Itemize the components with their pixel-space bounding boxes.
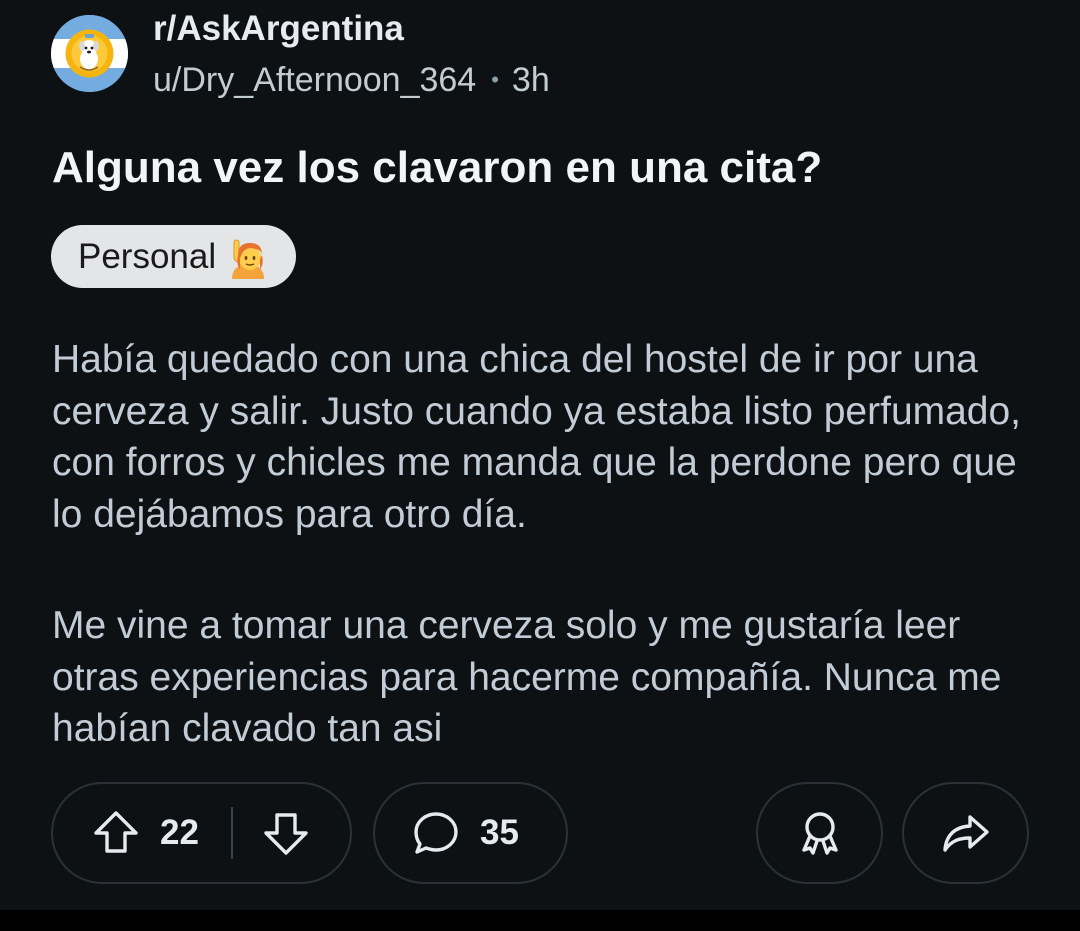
speech-bubble-icon <box>414 812 458 854</box>
downvote-button[interactable] <box>262 809 310 857</box>
body-paragraph: Había quedado con una chica del hostel d… <box>52 338 1022 536</box>
award-button[interactable] <box>756 782 883 884</box>
vote-divider <box>230 807 233 859</box>
arrow-down-icon <box>264 813 308 855</box>
flair-label: Personal <box>78 236 217 276</box>
upvote-button[interactable] <box>92 809 140 857</box>
share-arrow-icon <box>942 815 989 852</box>
comments-button[interactable]: 35 <box>373 782 568 884</box>
post-screen: r/AskArgentina u/Dry_Afternoon_364 • 3h … <box>0 0 1080 931</box>
comment-icon-wrap <box>412 809 460 857</box>
vote-score: 22 <box>160 813 199 852</box>
arrow-up-icon <box>94 811 138 853</box>
author-name[interactable]: u/Dry_Afternoon_364 <box>153 60 476 100</box>
post-body: Había quedado con una chica del hostel d… <box>52 334 1052 755</box>
person-raising-hand-icon <box>232 238 265 279</box>
bottom-edge <box>0 910 1080 931</box>
argentina-sun-dog-icon <box>51 15 128 92</box>
post-flair[interactable]: Personal <box>51 225 297 288</box>
subreddit-avatar[interactable] <box>51 15 128 92</box>
subreddit-name[interactable]: r/AskArgentina <box>153 9 404 49</box>
meta-separator: • <box>491 67 499 92</box>
body-paragraph: Me vine a tomar una cerveza solo y me gu… <box>52 604 1002 750</box>
vote-bar: 22 <box>51 782 352 884</box>
post-age: 3h <box>511 61 550 99</box>
comment-count: 35 <box>480 813 519 852</box>
post-title: Alguna vez los clavaron en una cita? <box>52 143 823 192</box>
post-meta: u/Dry_Afternoon_364 • 3h <box>153 60 550 100</box>
award-icon <box>801 812 838 855</box>
share-button[interactable] <box>902 782 1029 884</box>
